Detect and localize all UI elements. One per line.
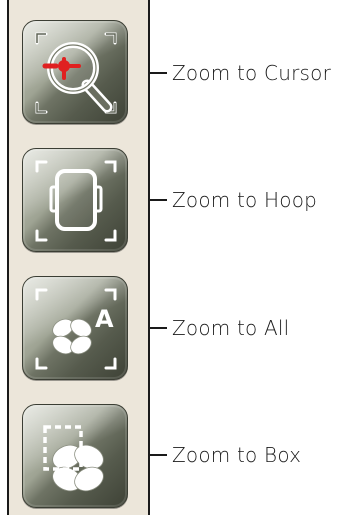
zoom-to-cursor-label: Zoom to Cursor (172, 61, 331, 85)
zoom-to-cursor-button[interactable] (22, 20, 128, 124)
zoom-to-all-label: Zoom to All (172, 316, 290, 340)
zoom-to-box-icon (43, 425, 104, 492)
zoom-to-box-leader-line (150, 454, 167, 456)
zoom-to-hoop-icon (35, 160, 117, 242)
zoom-to-all-icon: A (35, 288, 117, 370)
zoom-toolbar-callout: A Zoom to Cursor Zoom to Hoop Zoom to Al… (0, 0, 353, 515)
zoom-to-cursor-icon (35, 32, 117, 114)
zoom-to-hoop-leader-line (150, 199, 167, 201)
zoom-toolbar-panel: A (7, 0, 150, 515)
zoom-to-all-leader-line (150, 327, 167, 329)
zoom-to-hoop-label: Zoom to Hoop (172, 188, 318, 212)
all-icon-letter: A (95, 305, 114, 333)
zoom-to-box-button[interactable] (22, 404, 128, 508)
zoom-to-hoop-button[interactable] (22, 148, 128, 252)
zoom-to-cursor-leader-line (150, 72, 167, 74)
zoom-to-all-button[interactable]: A (22, 276, 128, 380)
zoom-to-box-label: Zoom to Box (172, 443, 302, 467)
